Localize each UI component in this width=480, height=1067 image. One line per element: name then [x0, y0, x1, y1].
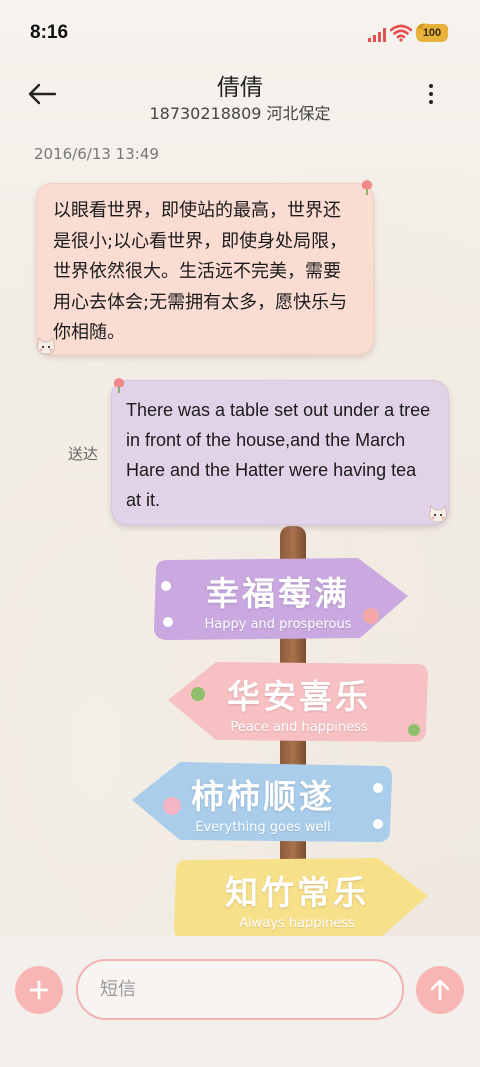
sign-peace: 华安喜乐 Peace and happiness: [168, 660, 430, 744]
sign-text-en: Happy and prosperous: [204, 616, 352, 632]
tulip-sticker-icon: [113, 378, 125, 393]
wifi-icon: [390, 24, 412, 42]
wallpaper-sign-post: 幸福莓满 Happy and prosperous 华安喜乐 Peace and…: [120, 520, 440, 940]
sign-text-en: Peace and happiness: [230, 719, 368, 735]
battery-level: 100: [422, 27, 442, 39]
sign-text-en: Everything goes well: [195, 819, 331, 835]
send-button[interactable]: [416, 966, 464, 1014]
message-input[interactable]: [76, 959, 404, 1020]
plus-icon: [29, 980, 49, 1000]
sign-always-happiness: 知竹常乐 Always happiness: [166, 856, 428, 940]
sign-happy: 幸福莓满 Happy and prosperous: [146, 556, 410, 642]
status-bar: 8:16 100: [0, 0, 480, 64]
delivery-status: 送达: [68, 445, 99, 463]
conversation-header: 倩倩 18730218809 河北保定: [0, 64, 480, 128]
incoming-message-text: 以眼看世界，即使站的最高，世界还是很小;以心看世界，即使身处局限，世界依然很大。…: [53, 200, 348, 343]
sign-text-en: Always happiness: [239, 915, 355, 931]
cat-sticker-icon: [37, 337, 55, 355]
status-time: 8:16: [30, 22, 69, 43]
sign-text-cn: 幸福莓满: [206, 573, 350, 613]
contact-name: 倩倩: [217, 75, 263, 101]
incoming-message-bubble[interactable]: 以眼看世界，即使站的最高，世界还是很小;以心看世界，即使身处局限，世界依然很大。…: [36, 183, 374, 355]
message-composer: [0, 936, 480, 1067]
sign-everything-well: 柿柿顺遂 Everything goes well: [132, 760, 394, 844]
message-timestamp: 2016/6/13 13:49: [34, 145, 159, 163]
sign-text-cn: 柿柿顺遂: [191, 776, 335, 816]
cellular-signal-icon: [368, 28, 386, 42]
sign-text-cn: 华安喜乐: [227, 676, 371, 716]
outgoing-message-bubble[interactable]: There was a table set out under a tree i…: [111, 380, 449, 525]
tulip-sticker-icon: [361, 180, 373, 195]
contact-phone-location: 18730218809 河北保定: [149, 104, 331, 123]
outgoing-message-text: There was a table set out under a tree i…: [126, 400, 431, 510]
sign-text-cn: 知竹常乐: [225, 872, 369, 912]
cat-sticker-icon: [429, 505, 447, 523]
more-options-button[interactable]: [416, 78, 446, 110]
send-arrow-icon: [430, 979, 450, 1001]
more-dots-icon: [429, 84, 433, 88]
battery-icon: 100: [414, 22, 450, 44]
add-attachment-button[interactable]: [15, 966, 63, 1014]
